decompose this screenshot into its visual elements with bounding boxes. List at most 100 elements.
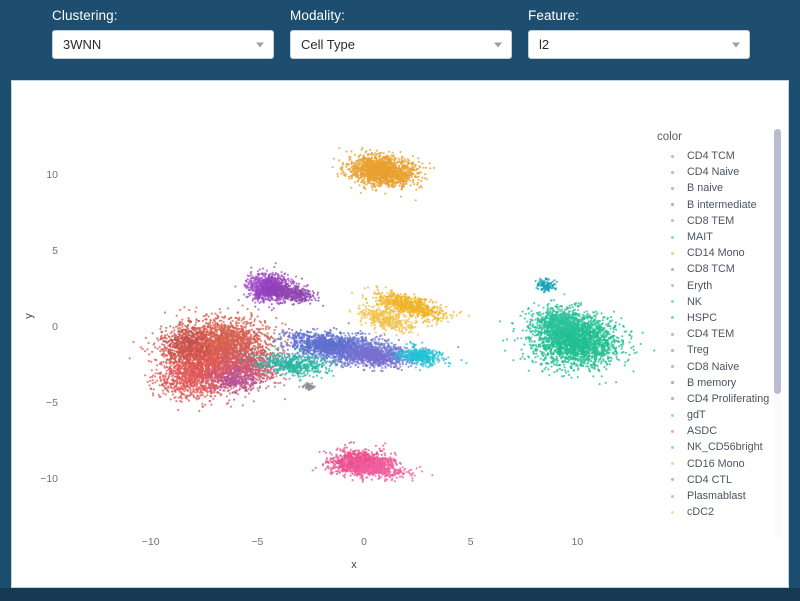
- clustering-select-value: 3WNN: [63, 37, 102, 52]
- legend-item-label: Plasmablast: [687, 490, 746, 503]
- legend-item-label: CD8 TCM: [687, 263, 735, 276]
- legend-item-label: B memory: [687, 376, 737, 389]
- legend-color-swatch: [671, 494, 674, 498]
- y-axis-tick-label: −10: [40, 473, 58, 485]
- feature-control-group: Feature: l2: [528, 8, 750, 59]
- legend-item-list: CD4 TCM CD4 Naive B naive B intermediate CD8…: [657, 148, 782, 520]
- legend-item-label: CD4 TCM: [687, 150, 735, 163]
- legend-item[interactable]: MAIT: [657, 229, 782, 245]
- legend-color-swatch: [671, 219, 674, 223]
- legend-item[interactable]: B memory: [657, 375, 782, 391]
- legend-item[interactable]: NK: [657, 294, 782, 310]
- chevron-down-icon: [732, 42, 740, 47]
- legend-item-label: CD4 CTL: [687, 473, 732, 486]
- cluster-hspc: [534, 277, 558, 294]
- axis-layer: −10 −5 0 5 10 −10 −5 0 5 10 x y: [23, 169, 583, 571]
- clustering-control-group: Clustering: 3WNN: [52, 8, 274, 59]
- clustering-select[interactable]: 3WNN: [52, 30, 274, 59]
- legend-item-label: cDC2: [687, 506, 714, 519]
- legend-item-label: MAIT: [687, 231, 713, 244]
- control-bar: Clustering: 3WNN Modality: Cell Type Fea…: [0, 0, 800, 80]
- legend-color-swatch: [671, 413, 674, 417]
- legend-item[interactable]: gdT: [657, 407, 782, 423]
- legend-color-swatch: [671, 170, 674, 174]
- legend-item-label: CD4 Proliferating: [687, 392, 770, 405]
- single-cell-explorer-app: Clustering: 3WNN Modality: Cell Type Fea…: [0, 0, 800, 601]
- legend-item[interactable]: CD4 CTL: [657, 472, 782, 488]
- umap-plot-panel: −10 −5 0 5 10 −10 −5 0 5 10 x y color CD4 TCM CD4 Na…: [11, 80, 789, 588]
- legend-color-swatch: [671, 203, 674, 207]
- legend-item[interactable]: cDC2: [657, 504, 782, 520]
- y-axis-title: y: [23, 313, 35, 319]
- legend-item[interactable]: CD16 Mono: [657, 456, 782, 472]
- y-axis-tick-label: 10: [46, 169, 58, 181]
- legend-color-swatch: [671, 365, 674, 369]
- feature-label: Feature:: [528, 8, 580, 23]
- modality-select-value: Cell Type: [301, 37, 355, 52]
- legend-item-label: NK_CD56bright: [687, 441, 763, 454]
- legend-color-swatch: [671, 300, 674, 304]
- chevron-down-icon: [494, 42, 502, 47]
- legend-item[interactable]: Treg: [657, 342, 782, 358]
- x-axis-tick-label: −10: [142, 536, 160, 548]
- legend-color-swatch: [671, 284, 674, 288]
- scatter-points-layer: [128, 146, 656, 483]
- legend-item[interactable]: ASDC: [657, 423, 782, 439]
- legend-color-swatch: [671, 154, 674, 158]
- feature-select[interactable]: l2: [528, 30, 750, 59]
- feature-select-value: l2: [539, 37, 550, 52]
- legend-item[interactable]: CD8 TEM: [657, 213, 782, 229]
- legend-item-label: gdT: [687, 409, 706, 422]
- legend-item[interactable]: NK_CD56bright: [657, 439, 782, 455]
- legend-item[interactable]: HSPC: [657, 310, 782, 326]
- legend-item[interactable]: CD4 TCM: [657, 148, 782, 164]
- clustering-label: Clustering:: [52, 8, 118, 23]
- chevron-down-icon: [256, 42, 264, 47]
- x-axis-tick-label: 10: [571, 536, 583, 548]
- legend-color-swatch: [671, 445, 674, 449]
- modality-select[interactable]: Cell Type: [290, 30, 512, 59]
- legend-item[interactable]: CD14 Mono: [657, 245, 782, 261]
- bottom-strip: [0, 588, 800, 601]
- legend-item-label: HSPC: [687, 311, 717, 324]
- legend-item[interactable]: CD8 TCM: [657, 261, 782, 277]
- legend-item[interactable]: Plasmablast: [657, 488, 782, 504]
- legend-item[interactable]: CD4 Proliferating: [657, 391, 782, 407]
- x-axis-tick-label: −5: [251, 536, 263, 548]
- legend-item-label: B intermediate: [687, 198, 757, 211]
- legend-color-swatch: [671, 267, 674, 271]
- legend-item-label: CD8 TEM: [687, 214, 735, 227]
- legend-item[interactable]: CD4 Naive: [657, 164, 782, 180]
- legend-color-swatch: [671, 462, 674, 466]
- legend-item-label: Treg: [687, 344, 709, 357]
- legend-item-label: CD4 TEM: [687, 328, 735, 341]
- modality-label: Modality:: [290, 8, 345, 23]
- color-legend[interactable]: color CD4 TCM CD4 Naive B naive B intermedi…: [657, 131, 782, 541]
- cluster-cd14-mono: [331, 146, 436, 202]
- legend-color-swatch: [671, 186, 674, 190]
- legend-color-swatch: [671, 381, 674, 385]
- legend-item[interactable]: CD8 Naive: [657, 358, 782, 374]
- legend-item[interactable]: B naive: [657, 180, 782, 196]
- legend-item-label: CD14 Mono: [687, 247, 745, 260]
- legend-color-swatch: [671, 510, 674, 514]
- legend-color-swatch: [671, 332, 674, 336]
- legend-item[interactable]: CD4 TEM: [657, 326, 782, 342]
- cluster-eryth: [298, 381, 316, 392]
- legend-item-label: CD16 Mono: [687, 457, 745, 470]
- legend-item[interactable]: B intermediate: [657, 197, 782, 213]
- x-axis-title: x: [351, 559, 357, 571]
- legend-scrollbar-thumb[interactable]: [774, 129, 781, 394]
- y-axis-tick-label: −5: [46, 397, 58, 409]
- legend-color-swatch: [671, 478, 674, 482]
- legend-scrollbar[interactable]: [774, 129, 781, 539]
- legend-item-label: B naive: [687, 182, 724, 195]
- legend-item-label: ASDC: [687, 425, 717, 438]
- legend-color-swatch: [671, 429, 674, 433]
- y-axis-tick-label: 5: [52, 245, 58, 257]
- legend-color-swatch: [671, 235, 674, 239]
- legend-title: color: [657, 131, 682, 143]
- legend-color-swatch: [671, 397, 674, 401]
- legend-item[interactable]: Eryth: [657, 278, 782, 294]
- y-axis-tick-label: 0: [52, 321, 58, 333]
